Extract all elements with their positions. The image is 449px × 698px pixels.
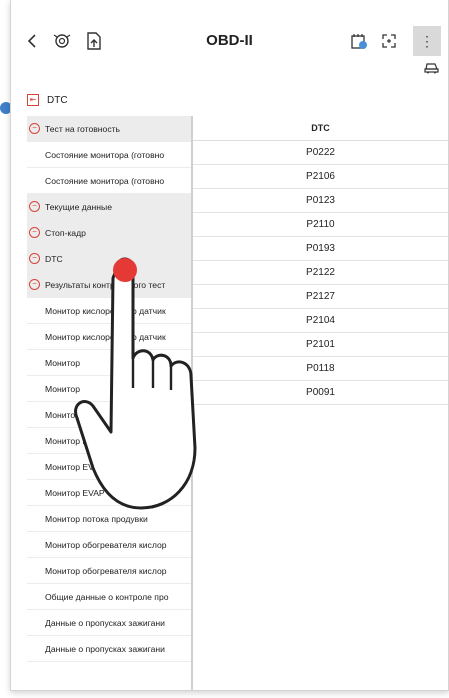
touch-point-marker: [113, 258, 137, 282]
tree-item-row[interactable]: Монитор обогревателя кислор: [27, 532, 191, 558]
tree-group-row[interactable]: − Стоп-кадр: [27, 220, 191, 246]
collapse-minus-icon[interactable]: −: [29, 279, 40, 290]
app-window: OBD-II ⋮ ⇤ DTC − Тест на готовность Состоя…: [10, 0, 449, 691]
dtc-code-row[interactable]: P0123: [193, 189, 448, 213]
tree-item-row[interactable]: Состояние монитора (готовно: [27, 142, 191, 168]
dtc-code-row[interactable]: P2104: [193, 309, 448, 333]
more-menu-button[interactable]: ⋮: [413, 26, 441, 56]
dtc-table: DTC P0222 P2106 P0123 P2110 P0193 P2122 P2127 P…: [193, 116, 448, 405]
tree-item-row[interactable]: Общие данные о контроле про: [27, 584, 191, 610]
collapse-minus-icon[interactable]: −: [29, 227, 40, 238]
breadcrumb[interactable]: ⇤ DTC: [27, 92, 68, 108]
tree-row-label: Общие данные о контроле про: [45, 591, 169, 602]
dtc-code-row[interactable]: P0193: [193, 237, 448, 261]
tree-row-label: Монитор обогревателя кислор: [45, 539, 167, 550]
tree-row-label: Состояние монитора (готовно: [45, 149, 165, 160]
dtc-column-header: DTC: [193, 116, 448, 141]
tree-row-label: Данные о пропусках зажигани: [45, 643, 165, 654]
tree-group-row[interactable]: − Текущие данные: [27, 194, 191, 220]
collapse-minus-icon[interactable]: −: [29, 201, 40, 212]
collapse-minus-icon[interactable]: −: [29, 123, 40, 134]
dtc-code-row[interactable]: P2122: [193, 261, 448, 285]
tree-row-label: Состояние монитора (готовно: [45, 175, 165, 186]
tree-item-row[interactable]: Состояние монитора (готовно: [27, 168, 191, 194]
tree-row-label: Текущие данные: [45, 201, 112, 212]
top-toolbar: OBD-II ⋮: [11, 0, 448, 78]
fullscreen-icon[interactable]: [378, 30, 400, 52]
dtc-code-row[interactable]: P2110: [193, 213, 448, 237]
tree-row-label: DTC: [45, 253, 63, 264]
data-log-icon[interactable]: [348, 30, 370, 52]
tree-item-row[interactable]: Данные о пропусках зажигани: [27, 636, 191, 662]
tree-row-label: Стоп-кадр: [45, 227, 86, 238]
collapse-minus-icon[interactable]: −: [29, 253, 40, 264]
dtc-code-row[interactable]: P2106: [193, 165, 448, 189]
dtc-code-row[interactable]: P2127: [193, 285, 448, 309]
breadcrumb-label: DTC: [47, 94, 68, 106]
tree-row-label: Данные о пропусках зажигани: [45, 617, 165, 628]
tree-row-label: Тест на готовность: [45, 123, 121, 134]
dtc-code-row[interactable]: P2101: [193, 333, 448, 357]
dtc-code-row[interactable]: P0118: [193, 357, 448, 381]
dtc-code-row[interactable]: P0091: [193, 381, 448, 405]
tree-group-row[interactable]: − Тест на готовность: [27, 116, 191, 142]
tap-gesture-hand-icon: [74, 257, 197, 510]
tree-row-label: Монитор обогревателя кислор: [45, 565, 167, 576]
tree-item-row[interactable]: Монитор обогревателя кислор: [27, 558, 191, 584]
car-icon[interactable]: [424, 60, 440, 77]
dtc-code-row[interactable]: P0222: [193, 141, 448, 165]
tree-item-row[interactable]: Данные о пропусках зажигани: [27, 610, 191, 636]
collapse-panel-icon[interactable]: ⇤: [27, 94, 39, 106]
